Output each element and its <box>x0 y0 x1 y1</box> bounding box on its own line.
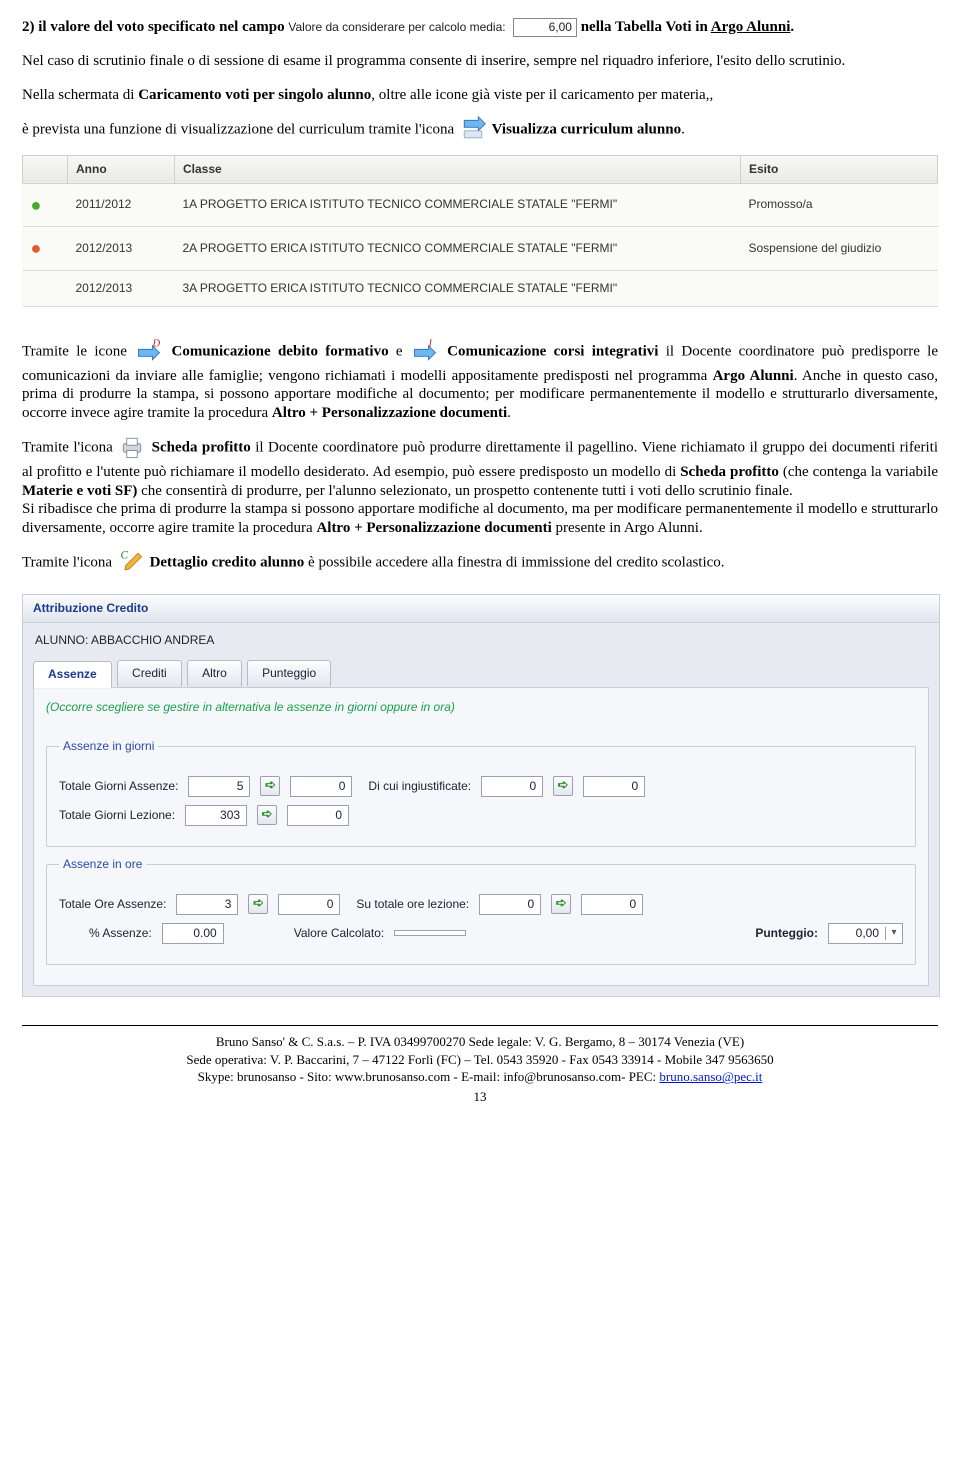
cell-classe: 1A PROGETTO ERICA ISTITUTO TECNICO COMME… <box>175 183 741 227</box>
tab-body-assenze: (Occorre scegliere se gestire in alterna… <box>33 687 929 986</box>
cell-classe: 2A PROGETTO ERICA ISTITUTO TECNICO COMME… <box>175 227 741 271</box>
status-dot: ● <box>23 183 68 227</box>
field-tot-giorni-assenze-b[interactable]: 0 <box>290 776 352 797</box>
field-ingiust-b[interactable]: 0 <box>583 776 645 797</box>
credit-titlebar: Attribuzione Credito <box>23 595 939 623</box>
col-esito: Esito <box>741 155 938 183</box>
cell-anno: 2012/2013 <box>68 227 175 271</box>
label-ingiustificate: Di cui ingiustificate: <box>368 779 471 794</box>
field-tot-giorni-lez-b[interactable]: 0 <box>287 805 349 826</box>
status-dot <box>23 270 68 306</box>
curriculum-arrow-icon[interactable] <box>458 115 488 145</box>
field-tot-ore-lez-b[interactable]: 0 <box>581 894 643 915</box>
col-classe: Classe <box>175 155 741 183</box>
cell-esito: Sospensione del giudizio <box>741 227 938 271</box>
field-ingiust-a[interactable]: 0 <box>481 776 543 797</box>
arrow-copy-icon[interactable]: ➪ <box>551 894 571 914</box>
fieldset-assenze-giorni: Assenze in giorni Totale Giorni Assenze:… <box>46 739 916 847</box>
col-anno: Anno <box>68 155 175 183</box>
para2: Nella schermata di Caricamento voti per … <box>22 86 938 105</box>
footer-pec-link[interactable]: bruno.sanso@pec.it <box>659 1069 762 1084</box>
col-status <box>23 155 68 183</box>
para7: Tramite l'icona C Dettaglio credito alun… <box>22 548 938 578</box>
credit-tabs: Assenze Crediti Altro Punteggio <box>23 652 939 687</box>
para5: Tramite l'icona Scheda profitto il Docen… <box>22 433 938 501</box>
field-tot-giorni-assenze-a[interactable]: 5 <box>188 776 250 797</box>
para1: Nel caso di scrutinio finale o di sessio… <box>22 52 938 71</box>
label-valore-calcolato: Valore Calcolato: <box>294 926 385 941</box>
printer-icon[interactable] <box>117 433 147 463</box>
curriculum-table: Anno Classe Esito ●2011/20121A PROGETTO … <box>22 155 938 307</box>
integrativi-arrow-icon[interactable]: I <box>410 337 440 367</box>
para-top: 2) il valore del voto specificato nel ca… <box>22 18 938 37</box>
cell-classe: 3A PROGETTO ERICA ISTITUTO TECNICO COMME… <box>175 270 741 306</box>
assenze-hint: (Occorre scegliere se gestire in alterna… <box>46 698 916 729</box>
arrow-copy-icon[interactable]: ➪ <box>248 894 268 914</box>
field-tot-ore-ass-a[interactable]: 3 <box>176 894 238 915</box>
arrow-copy-icon[interactable]: ➪ <box>553 776 573 796</box>
label-tot-giorni-assenze: Totale Giorni Assenze: <box>59 779 178 794</box>
label-perc-assenze: % Assenze: <box>89 926 152 941</box>
svg-text:C: C <box>120 549 128 561</box>
tab-crediti[interactable]: Crediti <box>117 660 182 686</box>
para4: Tramite le icone D Comunicazione debito … <box>22 337 938 423</box>
tab-punteggio[interactable]: Punteggio <box>247 660 331 686</box>
field-tot-ore-lez-a[interactable]: 0 <box>479 894 541 915</box>
field-tot-ore-ass-b[interactable]: 0 <box>278 894 340 915</box>
tab-assenze[interactable]: Assenze <box>33 661 112 688</box>
cell-esito <box>741 270 938 306</box>
arrow-copy-icon[interactable]: ➪ <box>257 805 277 825</box>
label-punteggio: Punteggio: <box>755 926 818 941</box>
valore-media-box: Valore da considerare per calcolo media:… <box>288 18 577 37</box>
arrow-copy-icon[interactable]: ➪ <box>260 776 280 796</box>
tab-altro[interactable]: Altro <box>187 660 242 686</box>
credit-student: ALUNNO: ABBACCHIO ANDREA <box>23 623 939 652</box>
field-valore-calcolato[interactable] <box>394 930 466 936</box>
label-tot-ore-lez: Su totale ore lezione: <box>356 897 469 912</box>
credito-pencil-icon[interactable]: C <box>116 548 146 578</box>
table-row[interactable]: ●2011/20121A PROGETTO ERICA ISTITUTO TEC… <box>23 183 938 227</box>
debito-arrow-icon[interactable]: D <box>134 337 164 367</box>
fieldset-assenze-ore: Assenze in ore Totale Ore Assenze: 3 ➪ 0… <box>46 857 916 965</box>
credit-panel: Attribuzione Credito ALUNNO: ABBACCHIO A… <box>22 594 940 997</box>
cell-anno: 2012/2013 <box>68 270 175 306</box>
field-punteggio[interactable]: 0,00 ▾ <box>828 923 903 944</box>
para3: è prevista una funzione di visualizzazio… <box>22 115 938 145</box>
field-perc-assenze[interactable]: 0.00 <box>162 923 224 944</box>
label-tot-ore-assenze: Totale Ore Assenze: <box>59 897 166 912</box>
field-tot-giorni-lez-a[interactable]: 303 <box>185 805 247 826</box>
chevron-down-icon[interactable]: ▾ <box>885 927 902 940</box>
table-row[interactable]: ●2012/20132A PROGETTO ERICA ISTITUTO TEC… <box>23 227 938 271</box>
status-dot: ● <box>23 227 68 271</box>
footer: Bruno Sanso' & C. S.a.s. – P. IVA 034997… <box>22 1033 938 1105</box>
footer-divider <box>22 1025 938 1026</box>
table-row[interactable]: 2012/20133A PROGETTO ERICA ISTITUTO TECN… <box>23 270 938 306</box>
para6: Si ribadisce che prima di produrre la st… <box>22 500 938 538</box>
label-tot-giorni-lezione: Totale Giorni Lezione: <box>59 808 175 823</box>
cell-anno: 2011/2012 <box>68 183 175 227</box>
page-number: 13 <box>22 1088 938 1106</box>
valore-media-field[interactable]: 6,00 <box>513 18 577 37</box>
cell-esito: Promosso/a <box>741 183 938 227</box>
